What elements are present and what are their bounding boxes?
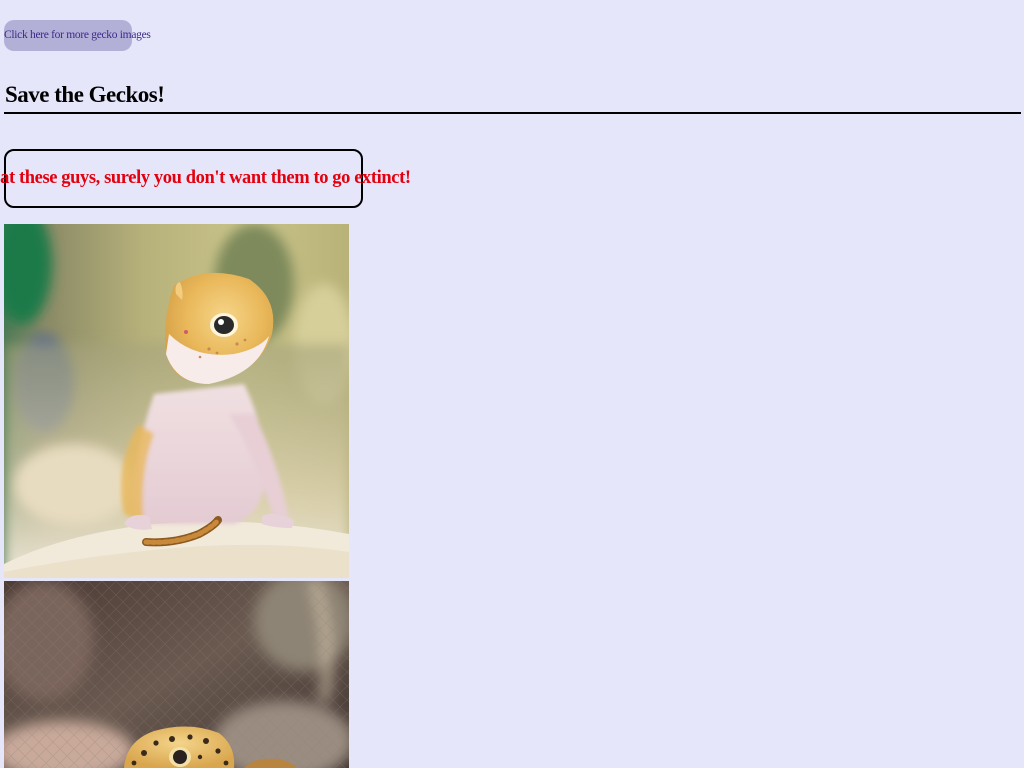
callout-box: Look at these guys, surely you don't wan… <box>0 149 411 208</box>
title-divider <box>4 112 1021 114</box>
gecko-photo-icon <box>4 224 349 578</box>
callout-text: Look at these guys, surely you don't wan… <box>0 168 411 188</box>
page: Click here for more gecko images Save th… <box>0 0 1024 768</box>
page-title: Save the Geckos! <box>5 82 165 107</box>
more-gecko-images-link[interactable]: Click here for more gecko images <box>4 20 151 51</box>
gecko-photo-icon <box>4 581 349 768</box>
gecko-photo-2 <box>4 581 349 768</box>
gecko-photo-1 <box>4 224 349 578</box>
